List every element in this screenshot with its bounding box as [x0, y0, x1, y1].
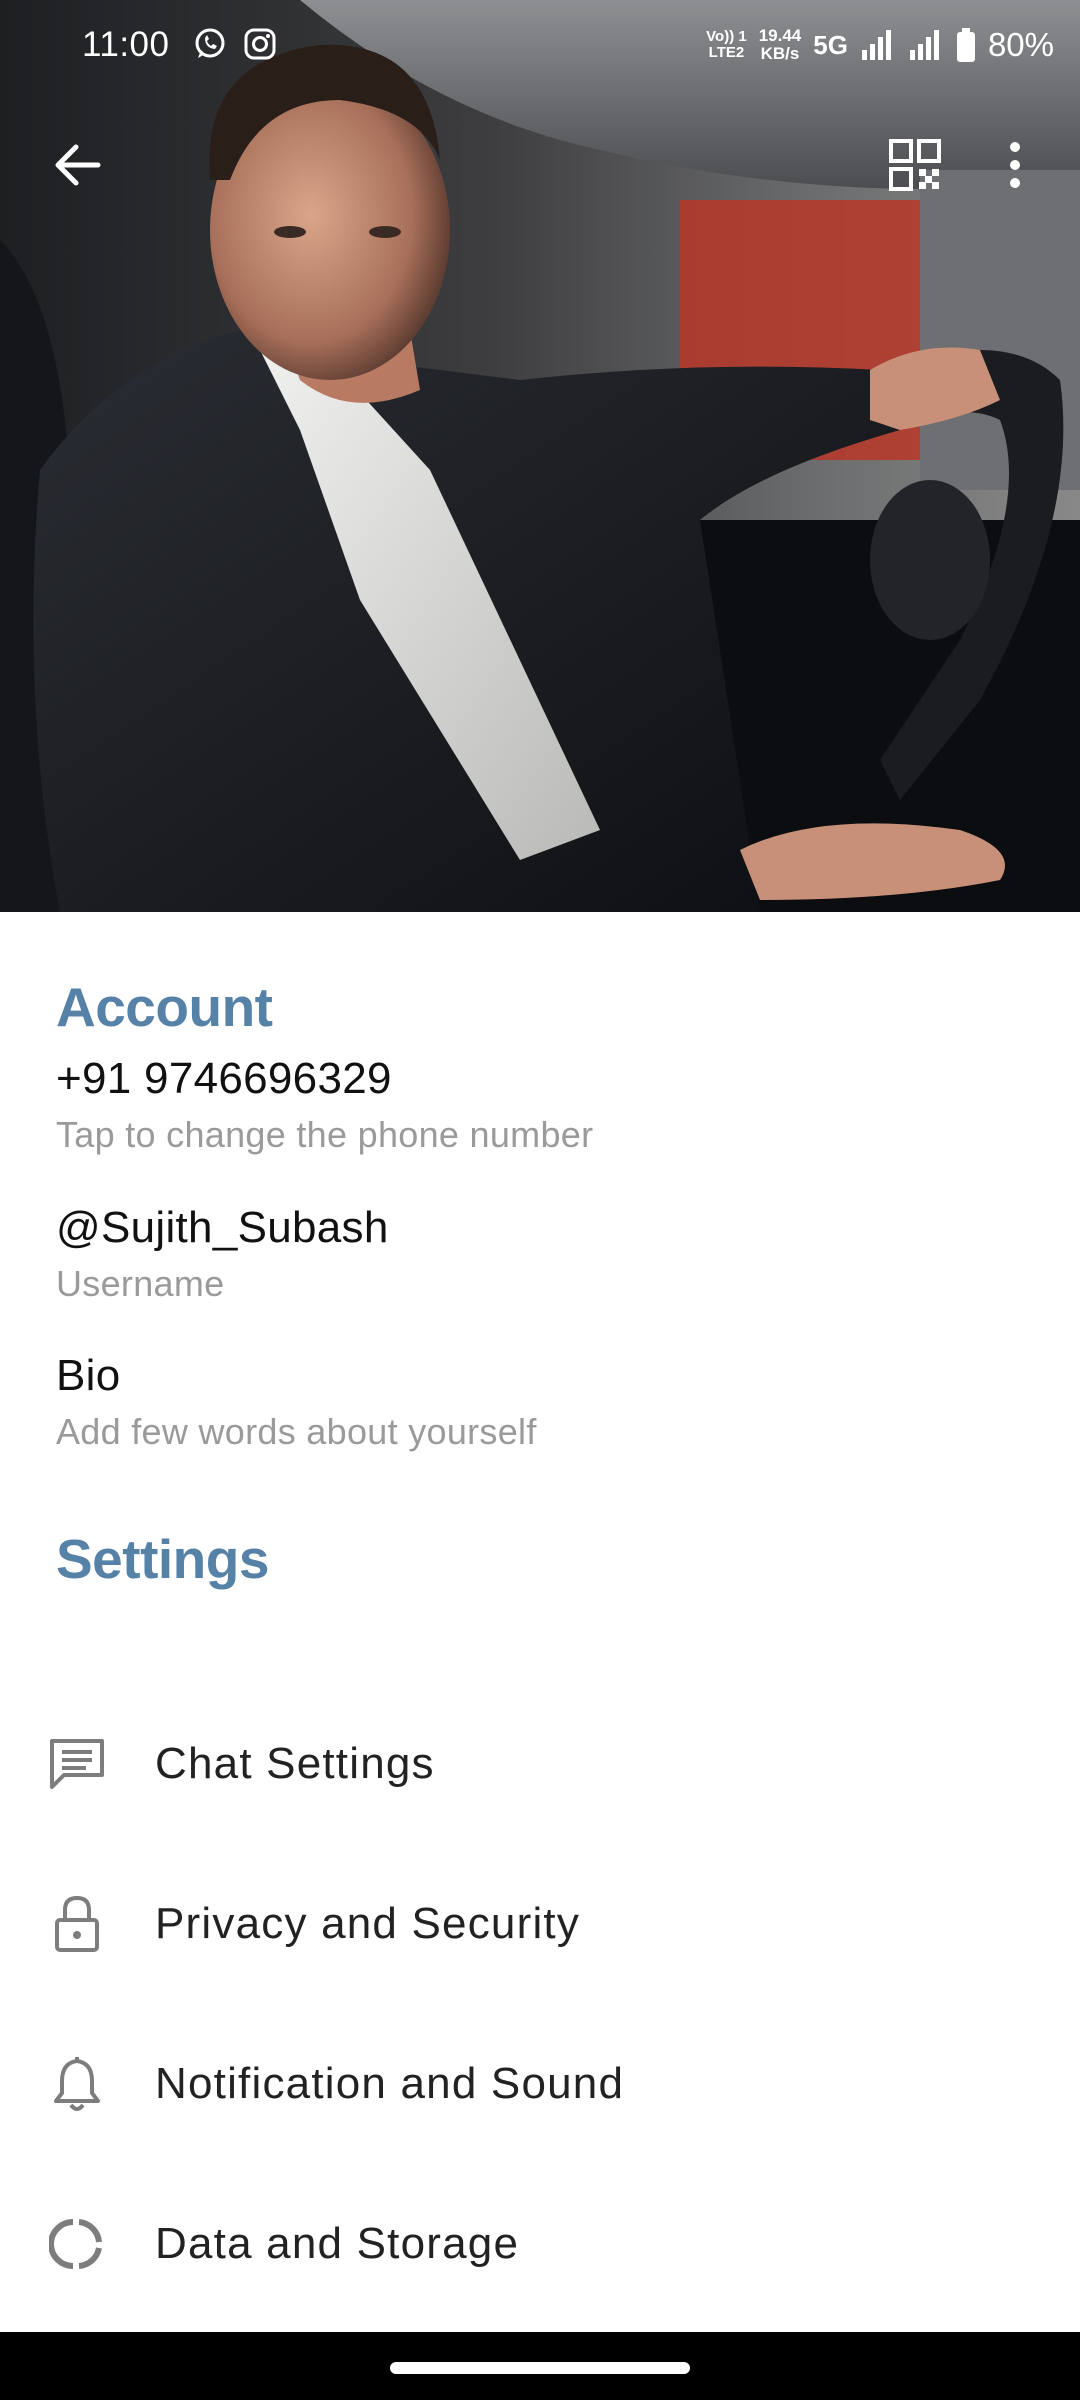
network-type: 5G	[813, 29, 848, 60]
bio-caption: Add few words about yourself	[56, 1411, 537, 1452]
top-app-bar	[0, 120, 1080, 210]
arrow-left-icon	[55, 144, 101, 186]
whatsapp-icon	[195, 28, 225, 58]
phone-number: +91 9746696329	[56, 1054, 392, 1103]
bio-field[interactable]: Bio Add few words about yourself	[56, 1349, 537, 1455]
username-field[interactable]: @Sujith_Subash Username	[56, 1201, 389, 1307]
more-options-button[interactable]	[970, 120, 1060, 210]
account-section-title: Account	[56, 976, 273, 1038]
instagram-icon	[244, 28, 276, 60]
chat-icon	[44, 1731, 110, 1797]
battery-icon	[956, 28, 975, 62]
back-button[interactable]	[32, 120, 122, 210]
menu-item-privacy-security[interactable]: Privacy and Security	[0, 1849, 1080, 1999]
home-gesture-handle[interactable]	[390, 2362, 690, 2374]
menu-item-notification-sound[interactable]: Notification and Sound	[0, 2009, 1080, 2159]
status-time: 11:00	[82, 25, 170, 64]
network-speed: 19.44 KB/s	[759, 27, 802, 63]
settings-section-title: Settings	[56, 1528, 269, 1590]
volte-label: Vo)) 1	[706, 28, 747, 45]
menu-label-privacy-security: Privacy and Security	[155, 1899, 581, 1948]
menu-label-data-storage: Data and Storage	[155, 2219, 520, 2268]
speed-value: 19.44	[758, 26, 802, 45]
more-vertical-icon	[1010, 142, 1020, 188]
bio-label: Bio	[56, 1351, 121, 1400]
speed-unit: KB/s	[760, 44, 800, 63]
menu-label-chat-settings: Chat Settings	[155, 1739, 435, 1788]
menu-item-data-storage[interactable]: Data and Storage	[0, 2169, 1080, 2319]
volte-indicator: Vo)) 1 LTE2	[706, 29, 747, 61]
lock-icon	[44, 1891, 110, 1957]
bell-icon	[44, 2051, 110, 2117]
menu-item-chat-settings[interactable]: Chat Settings	[0, 1689, 1080, 1839]
phone-number-caption: Tap to change the phone number	[56, 1114, 594, 1155]
battery-percent: 80%	[987, 26, 1054, 63]
status-right-group: Vo)) 1 LTE2 19.44 KB/s 5G 80%	[706, 20, 1054, 70]
username-caption: Username	[56, 1263, 225, 1304]
username-value: @Sujith_Subash	[56, 1203, 389, 1252]
signal-icon-1	[861, 30, 891, 60]
lte-label: LTE2	[708, 44, 745, 61]
status-bar: 11:00 Vo)) 1 LTE2 19.44 KB/s 5G 80%	[0, 0, 1080, 90]
qr-code-button[interactable]	[870, 120, 960, 210]
phone-number-field[interactable]: +91 9746696329 Tap to change the phone n…	[56, 1052, 593, 1158]
system-navigation-bar	[0, 2332, 1080, 2400]
storage-pie-icon	[44, 2211, 110, 2277]
signal-icon-2	[909, 30, 939, 60]
qr-code-icon	[889, 139, 941, 191]
menu-label-notification-sound: Notification and Sound	[155, 2059, 625, 2108]
